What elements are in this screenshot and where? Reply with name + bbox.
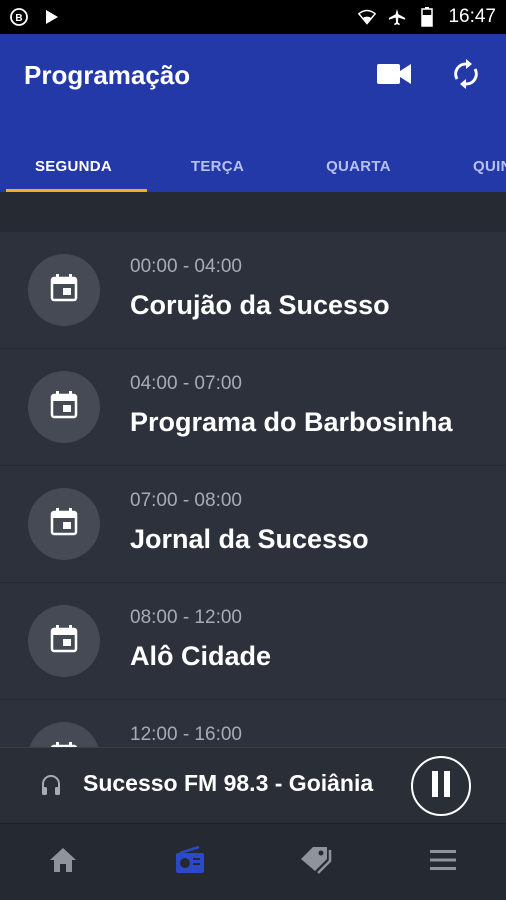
- station-name: Sucesso FM 98.3 - Goiânia: [83, 770, 374, 796]
- calendar-icon-circle: [28, 254, 100, 326]
- schedule-list[interactable]: 00:00 - 04:00 Corujão da Sucesso 04:00 -…: [0, 232, 506, 747]
- list-header-spacer: [0, 192, 506, 232]
- page-title: Programação: [24, 60, 191, 90]
- calendar-icon: [50, 390, 78, 424]
- nav-tags[interactable]: [253, 824, 380, 900]
- calendar-icon-circle: [28, 722, 100, 747]
- battery-icon: [418, 7, 436, 27]
- calendar-icon-circle: [28, 605, 100, 677]
- list-item[interactable]: 07:00 - 08:00 Jornal da Sucesso: [0, 466, 506, 583]
- refresh-button[interactable]: [446, 56, 486, 96]
- calendar-icon: [50, 507, 78, 541]
- video-camera-button[interactable]: [374, 56, 414, 96]
- list-item[interactable]: 08:00 - 12:00 Alô Cidade: [0, 583, 506, 700]
- tab-quinta[interactable]: QUIN: [429, 140, 506, 192]
- program-time: 07:00 - 08:00: [130, 490, 242, 511]
- video-camera-icon: [377, 63, 411, 90]
- calendar-icon-circle: [28, 488, 100, 560]
- program-name: Alô Cidade: [130, 641, 272, 671]
- status-bar: B 16:47: [0, 0, 506, 34]
- bottom-navigation: [0, 823, 506, 900]
- program-time: 08:00 - 12:00: [130, 607, 242, 628]
- program-name: Corujão da Sucesso: [130, 290, 390, 320]
- program-time: 12:00 - 16:00: [130, 724, 242, 745]
- nav-home[interactable]: [0, 824, 127, 900]
- tab-quarta[interactable]: QUARTA: [288, 140, 429, 192]
- program-time: 04:00 - 07:00: [130, 373, 242, 394]
- headphones-icon: [40, 774, 62, 801]
- list-item[interactable]: 12:00 - 16:00: [0, 700, 506, 747]
- nav-menu[interactable]: [380, 824, 506, 900]
- nav-radio[interactable]: [127, 824, 254, 900]
- airplane-mode-icon: [388, 8, 406, 26]
- program-name: Programa do Barbosinha: [130, 407, 453, 437]
- list-item[interactable]: 04:00 - 07:00 Programa do Barbosinha: [0, 349, 506, 466]
- svg-text:B: B: [15, 13, 22, 24]
- tab-segunda[interactable]: SEGUNDA: [0, 140, 147, 192]
- calendar-icon: [50, 624, 78, 658]
- program-name: Jornal da Sucesso: [130, 524, 369, 554]
- list-item[interactable]: 00:00 - 04:00 Corujão da Sucesso: [0, 232, 506, 349]
- home-icon: [49, 847, 77, 878]
- wifi-icon: [358, 8, 377, 26]
- pause-button[interactable]: [411, 756, 471, 816]
- tags-icon: [299, 846, 333, 879]
- refresh-icon: [452, 58, 480, 94]
- b-notification-icon: B: [10, 8, 28, 26]
- radio-icon: [175, 845, 205, 879]
- status-time: 16:47: [448, 6, 496, 27]
- play-notification-icon: [42, 8, 60, 26]
- menu-icon: [429, 849, 456, 875]
- pause-icon: [430, 770, 452, 802]
- tab-terca[interactable]: TERÇA: [147, 140, 288, 192]
- program-time: 00:00 - 04:00: [130, 256, 242, 277]
- calendar-icon: [50, 273, 78, 307]
- calendar-icon-circle: [28, 371, 100, 443]
- now-playing-bar: Sucesso FM 98.3 - Goiânia: [0, 747, 506, 823]
- day-tabs: SEGUNDA TERÇA QUARTA QUIN: [0, 140, 506, 192]
- app-bar: Programação SEGUNDA TERÇA QUARTA QUIN: [0, 34, 506, 192]
